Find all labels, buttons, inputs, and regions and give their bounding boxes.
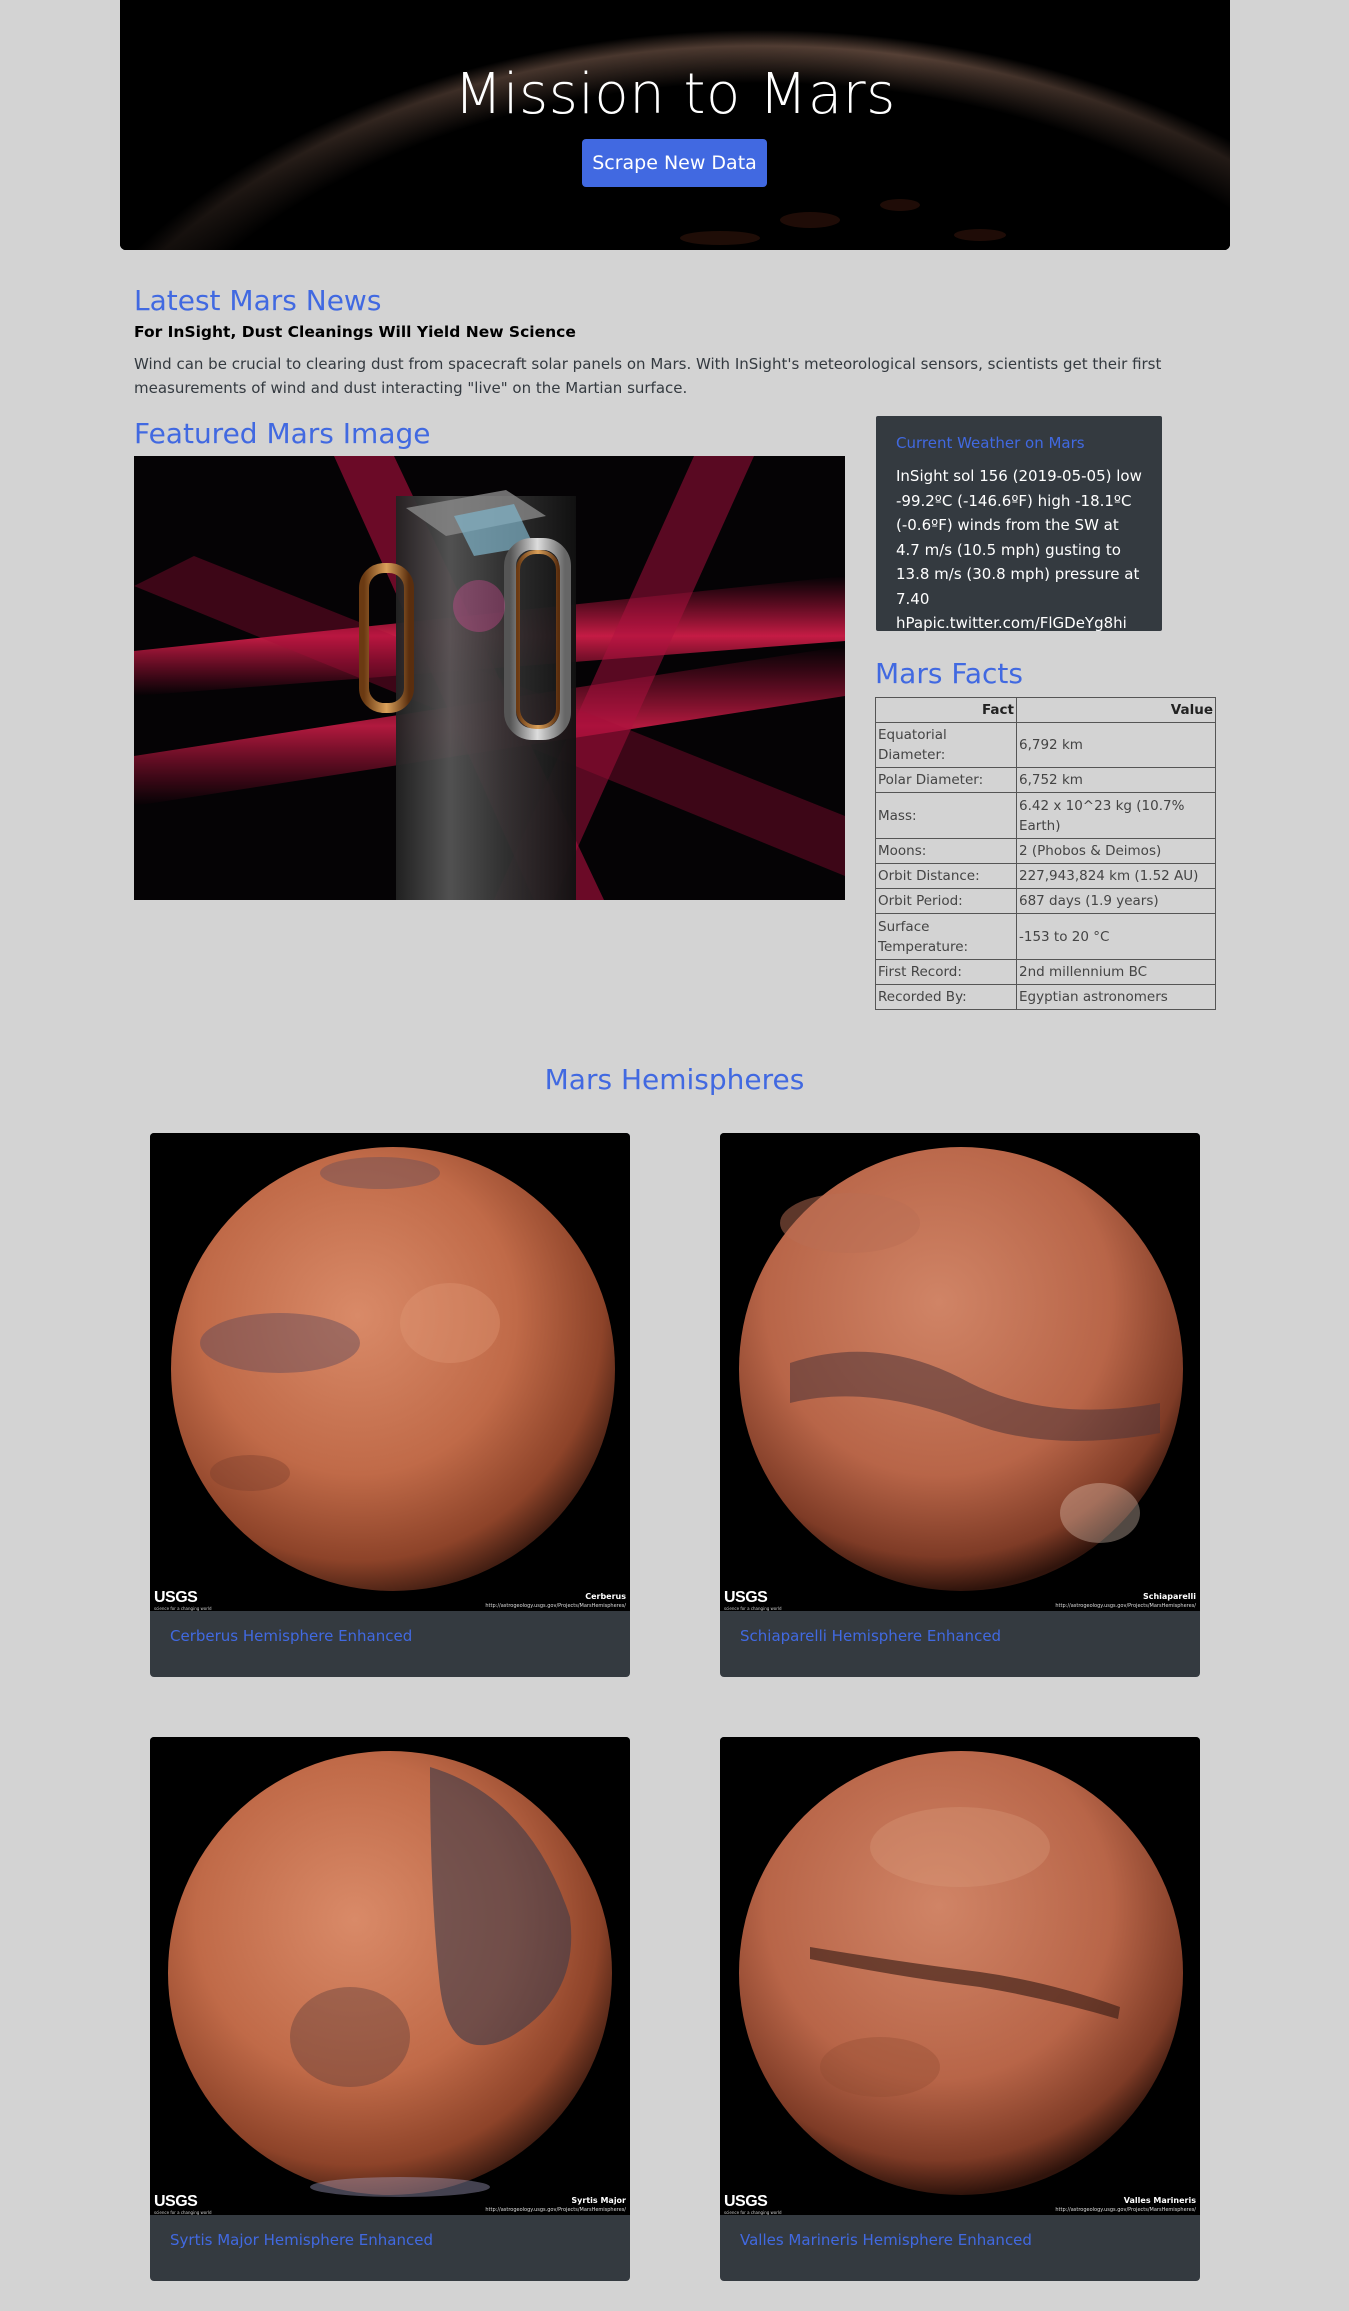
image-url-text: http://astrogeology.usgs.gov/Projects/Ma…: [485, 1603, 626, 1609]
hemisphere-card[interactable]: USGS science for a changing world Schiap…: [720, 1133, 1200, 1677]
table-row: Equatorial Diameter: 6,792 km: [875, 722, 1216, 768]
value-cell: 2nd millennium BC: [1016, 959, 1216, 985]
fact-cell: Recorded By:: [875, 984, 1017, 1010]
table-row: First Record: 2nd millennium BC: [875, 959, 1216, 985]
hemisphere-card[interactable]: USGS science for a changing world Syrtis…: [150, 1737, 630, 2281]
value-cell: 6,792 km: [1016, 722, 1216, 768]
hemisphere-image[interactable]: USGS science for a changing world Cerber…: [150, 1133, 630, 1611]
hemisphere-image[interactable]: USGS science for a changing world Schiap…: [720, 1133, 1200, 1611]
usgs-tagline: science for a changing world: [724, 2210, 782, 2215]
image-label: Valles Marineris: [1123, 2196, 1196, 2205]
hemispheres-heading: Mars Hemispheres: [544, 1063, 805, 1096]
featured-image-illustration: [134, 456, 845, 900]
usgs-tagline: science for a changing world: [724, 1606, 782, 1611]
fact-cell: Surface Temperature:: [875, 913, 1017, 960]
usgs-logo: USGS: [724, 1589, 768, 1606]
usgs-tagline: science for a changing world: [154, 1606, 212, 1611]
page-title: Mission to Mars: [454, 62, 896, 127]
usgs-logo: USGS: [154, 2193, 198, 2210]
hemisphere-image[interactable]: USGS science for a changing world Valles…: [720, 1737, 1200, 2215]
news-title: For InSight, Dust Cleanings Will Yield N…: [134, 323, 576, 341]
weather-panel: Current Weather on Mars InSight sol 156 …: [876, 416, 1162, 632]
value-cell: 687 days (1.9 years): [1016, 888, 1216, 914]
image-url-text: http://astrogeology.usgs.gov/Projects/Ma…: [1055, 1603, 1196, 1609]
fact-cell: First Record:: [875, 959, 1017, 985]
latest-news-heading: Latest Mars News: [134, 284, 382, 317]
cerberus-planet: [171, 1147, 615, 1591]
schiaparelli-planet: [739, 1147, 1183, 1591]
table-row: Orbit Distance: 227,943,824 km (1.52 AU): [875, 863, 1216, 889]
jumbotron-banner: Mission to Mars Scrape New Data: [120, 0, 1230, 250]
image-label: Cerberus: [585, 1592, 626, 1601]
featured-image-heading: Featured Mars Image: [134, 417, 431, 450]
image-url-text: http://astrogeology.usgs.gov/Projects/Ma…: [485, 2207, 626, 2213]
image-url-text: http://astrogeology.usgs.gov/Projects/Ma…: [1055, 2207, 1196, 2213]
fact-cell: Orbit Distance:: [875, 863, 1017, 889]
table-row: Moons: 2 (Phobos & Deimos): [875, 838, 1216, 864]
hemisphere-image[interactable]: USGS science for a changing world Syrtis…: [150, 1737, 630, 2215]
scrape-new-data-button[interactable]: Scrape New Data: [582, 139, 767, 187]
table-header-row: Fact Value: [875, 697, 1216, 723]
featured-mars-image[interactable]: [134, 456, 845, 900]
fact-cell: Mass:: [875, 792, 1017, 839]
weather-text: InSight sol 156 (2019-05-05) low -99.2ºC…: [896, 467, 1142, 632]
value-cell: 6.42 x 10^23 kg (10.7% Earth): [1016, 792, 1216, 839]
fact-cell: Orbit Period:: [875, 888, 1017, 914]
column-header-fact: Fact: [875, 697, 1017, 723]
weather-heading: Current Weather on Mars: [896, 434, 1085, 452]
mars-facts-table: Fact Value Equatorial Diameter: 6,792 km…: [875, 697, 1216, 1010]
fact-cell: Equatorial Diameter:: [875, 722, 1017, 768]
syrtis-major-planet: [168, 1751, 612, 2197]
fact-cell: Moons:: [875, 838, 1017, 864]
news-paragraph: Wind can be crucial to clearing dust fro…: [134, 355, 1162, 397]
value-cell: -153 to 20 °C: [1016, 913, 1216, 960]
image-label: Schiaparelli: [1142, 1592, 1196, 1601]
column-header-value: Value: [1016, 697, 1216, 723]
value-cell: 227,943,824 km (1.52 AU): [1016, 863, 1216, 889]
usgs-logo: USGS: [724, 2193, 768, 2210]
table-row: Orbit Period: 687 days (1.9 years): [875, 888, 1216, 914]
usgs-logo: USGS: [154, 1589, 198, 1606]
table-row: Recorded By: Egyptian astronomers: [875, 984, 1216, 1010]
usgs-tagline: science for a changing world: [154, 2210, 212, 2215]
value-cell: Egyptian astronomers: [1016, 984, 1216, 1010]
hemisphere-card[interactable]: USGS science for a changing world Cerber…: [150, 1133, 630, 1677]
mars-facts-heading: Mars Facts: [875, 657, 1023, 690]
value-cell: 2 (Phobos & Deimos): [1016, 838, 1216, 864]
hemisphere-link-valles-marineris[interactable]: Valles Marineris Hemisphere Enhanced: [740, 2231, 1032, 2249]
table-row: Polar Diameter: 6,752 km: [875, 767, 1216, 793]
fact-cell: Polar Diameter:: [875, 767, 1017, 793]
hemisphere-link-cerberus[interactable]: Cerberus Hemisphere Enhanced: [170, 1627, 412, 1645]
image-label: Syrtis Major: [571, 2196, 626, 2205]
table-row: Mass: 6.42 x 10^23 kg (10.7% Earth): [875, 792, 1216, 839]
table-row: Surface Temperature: -153 to 20 °C: [875, 913, 1216, 960]
value-cell: 6,752 km: [1016, 767, 1216, 793]
valles-marineris-planet: [739, 1751, 1183, 2195]
hemisphere-link-schiaparelli[interactable]: Schiaparelli Hemisphere Enhanced: [740, 1627, 1001, 1645]
hemisphere-link-syrtis-major[interactable]: Syrtis Major Hemisphere Enhanced: [170, 2231, 433, 2249]
hemisphere-card[interactable]: USGS science for a changing world Valles…: [720, 1737, 1200, 2281]
